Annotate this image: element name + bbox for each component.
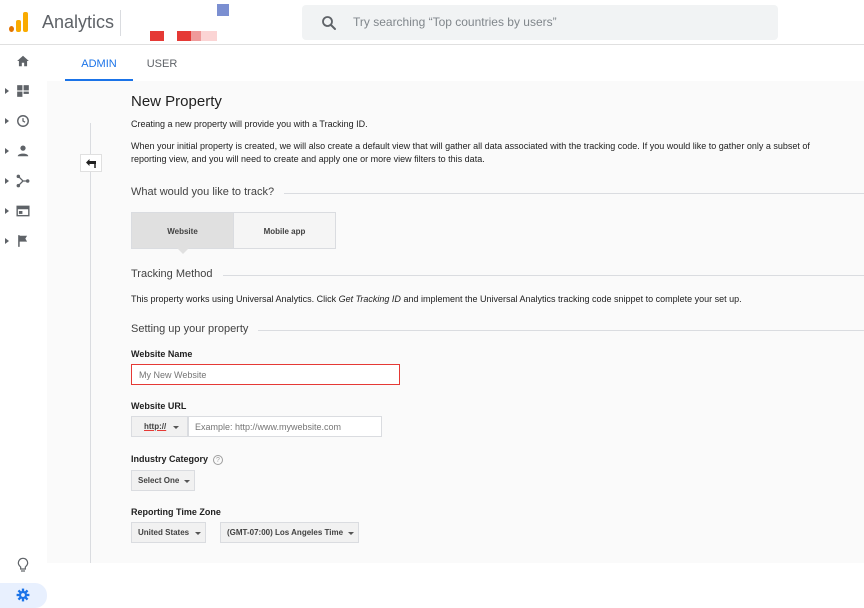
website-option-button[interactable]: Website	[131, 212, 234, 249]
country-value: United States	[138, 528, 190, 537]
left-nav	[0, 45, 47, 608]
intro-text: Creating a new property will provide you…	[131, 119, 368, 129]
back-arrow-icon	[86, 159, 96, 168]
website-url-input[interactable]	[188, 416, 382, 437]
nav-audience[interactable]	[0, 141, 47, 163]
back-button[interactable]	[80, 154, 102, 172]
country-dropdown[interactable]: United States	[131, 522, 206, 543]
tab-admin[interactable]: ADMIN	[65, 45, 133, 81]
timezone-dropdown[interactable]: (GMT-07:00) Los Angeles Time	[220, 522, 359, 543]
website-url-label: Website URL	[131, 401, 187, 411]
top-bar: Analytics Try searching “Top countries b…	[0, 0, 864, 45]
admin-settings-button[interactable]	[0, 583, 47, 608]
setup-section-header: Setting up your property	[131, 323, 864, 337]
nav-customization[interactable]	[0, 81, 47, 103]
new-property-panel: New Property Creating a new property wil…	[47, 81, 864, 563]
mobile-app-option-button[interactable]: Mobile app	[233, 212, 336, 249]
nav-behavior[interactable]	[0, 201, 47, 223]
flag-icon	[18, 235, 28, 247]
account-selector[interactable]	[150, 4, 230, 42]
timeline-line	[90, 123, 91, 563]
expand-caret-icon	[5, 118, 9, 124]
timezone-value: (GMT-07:00) Los Angeles Time	[227, 528, 344, 537]
help-icon[interactable]: ?	[213, 455, 223, 465]
lightbulb-icon[interactable]	[15, 557, 31, 573]
page-title: New Property	[131, 93, 222, 110]
chevron-down-icon	[348, 532, 354, 535]
expand-caret-icon	[5, 178, 9, 184]
gear-icon	[16, 588, 30, 602]
industry-category-label: Industry Category	[131, 454, 209, 464]
tracking-method-header: Tracking Method	[131, 268, 864, 282]
behavior-icon	[16, 205, 30, 217]
description-line-2: reporting view, and you will need to cre…	[131, 154, 485, 164]
nav-acquisition[interactable]	[0, 171, 47, 193]
tab-user[interactable]: USER	[137, 45, 187, 81]
chevron-down-icon	[184, 480, 190, 483]
nav-conversions[interactable]	[0, 231, 47, 253]
clock-icon	[17, 115, 29, 127]
chevron-down-icon	[173, 426, 179, 429]
get-tracking-id-emphasis: Get Tracking ID	[338, 294, 401, 304]
nav-home[interactable]	[0, 51, 47, 73]
track-section-header: What would you like to track?	[131, 186, 864, 200]
search-bar[interactable]: Try searching “Top countries by users”	[302, 5, 778, 40]
selected-pointer	[177, 248, 189, 254]
description-line-1: When your initial property is created, w…	[131, 141, 810, 151]
app-name: Analytics	[42, 12, 115, 32]
expand-caret-icon	[5, 88, 9, 94]
divider	[120, 10, 121, 36]
person-icon	[17, 145, 29, 157]
description-text: When your initial property is created, w…	[131, 140, 810, 166]
track-heading: What would you like to track?	[131, 186, 285, 198]
chevron-down-icon	[195, 532, 201, 535]
tracking-method-heading: Tracking Method	[131, 268, 223, 280]
dashboard-icon	[17, 85, 29, 97]
acquisition-icon	[16, 174, 30, 188]
expand-caret-icon	[5, 148, 9, 154]
analytics-logo-icon[interactable]	[9, 12, 31, 32]
expand-caret-icon	[5, 238, 9, 244]
track-type-selector: Website Mobile app	[131, 212, 336, 254]
search-icon	[322, 16, 336, 30]
protocol-value: http://	[144, 422, 167, 431]
setup-heading: Setting up your property	[131, 323, 259, 335]
tracking-method-text: This property works using Universal Anal…	[131, 294, 742, 304]
search-placeholder: Try searching “Top countries by users”	[353, 15, 557, 29]
home-icon	[17, 55, 29, 67]
website-name-input[interactable]	[131, 364, 400, 385]
nav-realtime[interactable]	[0, 111, 47, 133]
admin-tabs: ADMIN USER	[47, 45, 864, 81]
industry-category-value: Select One	[138, 476, 180, 485]
timezone-label: Reporting Time Zone	[131, 507, 221, 517]
industry-category-dropdown[interactable]: Select One	[131, 470, 195, 491]
protocol-dropdown[interactable]: http://	[131, 416, 188, 437]
expand-caret-icon	[5, 208, 9, 214]
website-name-label: Website Name	[131, 349, 193, 359]
